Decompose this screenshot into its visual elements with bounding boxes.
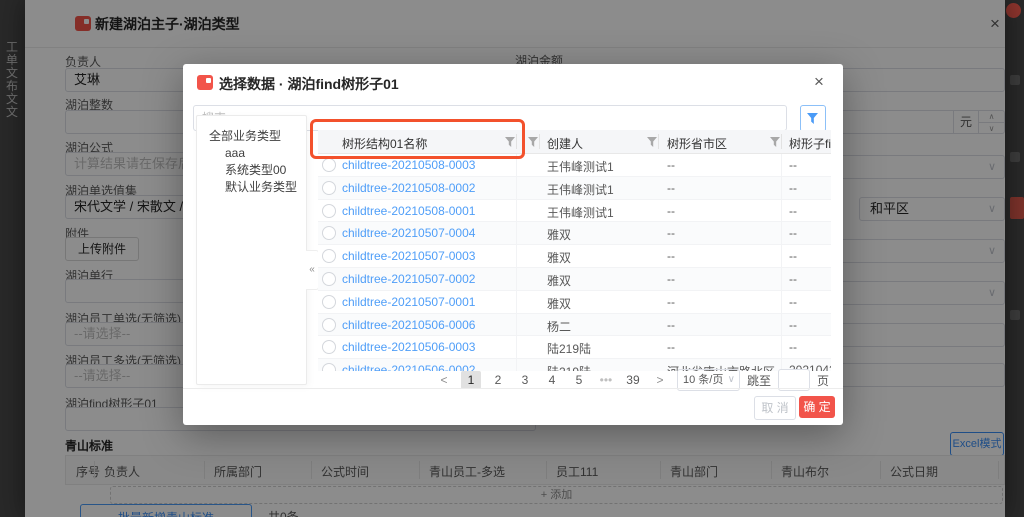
table-row: childtree-20210507-0002 雅双 -- -- xyxy=(318,268,831,291)
table-row: childtree-20210508-0002 王伟峰测试1 -- -- xyxy=(318,177,831,200)
row-radio[interactable] xyxy=(322,158,336,172)
row-radio[interactable] xyxy=(322,181,336,195)
cell-find: -- xyxy=(789,318,797,332)
cell-name[interactable]: childtree-20210507-0002 xyxy=(342,272,475,286)
filter-funnel-button[interactable] xyxy=(800,105,826,132)
cell-region: -- xyxy=(667,249,675,263)
funnel-icon[interactable] xyxy=(528,137,538,147)
column-header-name[interactable]: 树形结构01名称 xyxy=(342,135,427,152)
record-doc-icon xyxy=(197,75,213,90)
cell-creator: 雅双 xyxy=(547,295,571,312)
cell-name[interactable]: childtree-20210506-0003 xyxy=(342,340,475,354)
screen: 工单文布文文 新建湖泊主子·湖泊类型 × 负责人 艾琳 湖泊整数 湖泊公式 计算… xyxy=(0,0,1024,517)
business-type-item[interactable]: 全部业务类型 xyxy=(197,128,306,145)
cell-find: -- xyxy=(789,295,797,309)
business-type-item[interactable]: aaa xyxy=(197,145,306,162)
page-number-button[interactable]: 5 xyxy=(569,371,589,389)
cell-creator: 雅双 xyxy=(547,249,571,266)
page-number-button[interactable]: 2 xyxy=(488,371,508,389)
funnel-icon[interactable] xyxy=(505,137,515,147)
cell-name[interactable]: childtree-20210508-0003 xyxy=(342,158,475,172)
table-row: childtree-20210508-0001 王伟峰测试1 -- -- xyxy=(318,200,831,223)
page-number-button[interactable]: 39 xyxy=(623,371,643,389)
cell-region: -- xyxy=(667,158,675,172)
cell-find: -- xyxy=(789,226,797,240)
cell-creator: 王伟峰测试1 xyxy=(547,181,614,198)
business-type-item[interactable]: 系统类型00 xyxy=(197,162,306,179)
cell-name[interactable]: childtree-20210507-0003 xyxy=(342,249,475,263)
cell-creator: 杨二 xyxy=(547,318,571,335)
cell-region: -- xyxy=(667,340,675,354)
funnel-icon[interactable] xyxy=(770,137,780,147)
table-row: childtree-20210507-0004 雅双 -- -- xyxy=(318,222,831,245)
modal-title: 选择数据 · 湖泊find树形子01 xyxy=(219,74,399,94)
cell-creator: 雅双 xyxy=(547,226,571,243)
prev-page-button[interactable]: < xyxy=(434,371,454,389)
cell-region: -- xyxy=(667,181,675,195)
cell-creator: 王伟峰测试1 xyxy=(547,204,614,221)
cell-find: -- xyxy=(789,249,797,263)
cell-region: -- xyxy=(667,226,675,240)
table-row: childtree-20210508-0003 王伟峰测试1 -- -- xyxy=(318,154,831,177)
cell-creator: 陆219陆 xyxy=(547,340,591,357)
table-header-row: 树形结构01名称 创建人 树形省市区 树形子find大 xyxy=(318,130,831,154)
row-radio[interactable] xyxy=(322,295,336,309)
table-row: childtree-20210507-0001 雅双 -- -- xyxy=(318,291,831,314)
row-radio[interactable] xyxy=(322,204,336,218)
cell-region: -- xyxy=(667,295,675,309)
row-radio[interactable] xyxy=(322,249,336,263)
cell-name[interactable]: childtree-20210507-0004 xyxy=(342,226,475,240)
row-radio[interactable] xyxy=(322,272,336,286)
modal-footer: 取 消 确 定 xyxy=(183,388,843,425)
cell-region: -- xyxy=(667,318,675,332)
cell-region: -- xyxy=(667,204,675,218)
confirm-button[interactable]: 确 定 xyxy=(799,396,835,418)
select-data-modal: 选择数据 · 湖泊find树形子01 × 全部业务类型aaa系统类型00默认业务… xyxy=(183,64,843,425)
modal-close-icon[interactable]: × xyxy=(814,73,824,90)
table-row: childtree-20210507-0003 雅双 -- -- xyxy=(318,245,831,268)
next-page-button[interactable]: > xyxy=(650,371,670,389)
cell-name[interactable]: childtree-20210506-0006 xyxy=(342,318,475,332)
business-type-item[interactable]: 默认业务类型 xyxy=(197,179,306,196)
cell-name[interactable]: childtree-20210508-0001 xyxy=(342,204,475,218)
jump-suffix: 页 xyxy=(817,372,829,389)
table-row: childtree-20210506-0003 陆219陆 -- -- xyxy=(318,336,831,359)
tree-data-table: 树形结构01名称 创建人 树形省市区 树形子find大 childtree-20… xyxy=(318,130,831,371)
cell-creator: 王伟峰测试1 xyxy=(547,158,614,175)
cell-find: -- xyxy=(789,272,797,286)
cell-find: -- xyxy=(789,204,797,218)
row-radio[interactable] xyxy=(322,226,336,240)
chevron-down-icon: ∨ xyxy=(728,370,735,390)
column-header-find[interactable]: 树形子find大 xyxy=(789,135,831,152)
funnel-icon[interactable] xyxy=(647,137,657,147)
cell-find: -- xyxy=(789,181,797,195)
table-row: childtree-20210506-0006 杨二 -- -- xyxy=(318,314,831,337)
row-radio[interactable] xyxy=(322,363,336,371)
cell-find: -- xyxy=(789,158,797,172)
page-number-button[interactable]: 1 xyxy=(461,371,481,389)
page-ellipsis: ••• xyxy=(596,371,616,389)
page-number-button[interactable]: 4 xyxy=(542,371,562,389)
business-type-panel: 全部业务类型aaa系统类型00默认业务类型 xyxy=(196,115,307,385)
row-radio[interactable] xyxy=(322,318,336,332)
cell-creator: 雅双 xyxy=(547,272,571,289)
row-radio[interactable] xyxy=(322,340,336,354)
jump-label: 跳至 xyxy=(747,372,771,389)
column-header-region[interactable]: 树形省市区 xyxy=(667,135,727,152)
funnel-icon xyxy=(807,113,818,124)
cell-region: -- xyxy=(667,272,675,286)
cell-name[interactable]: childtree-20210508-0002 xyxy=(342,181,475,195)
cell-find: -- xyxy=(789,340,797,354)
page-number-button[interactable]: 3 xyxy=(515,371,535,389)
cell-name[interactable]: childtree-20210507-0001 xyxy=(342,295,475,309)
cancel-button[interactable]: 取 消 xyxy=(754,396,796,420)
column-header-creator[interactable]: 创建人 xyxy=(547,135,583,152)
